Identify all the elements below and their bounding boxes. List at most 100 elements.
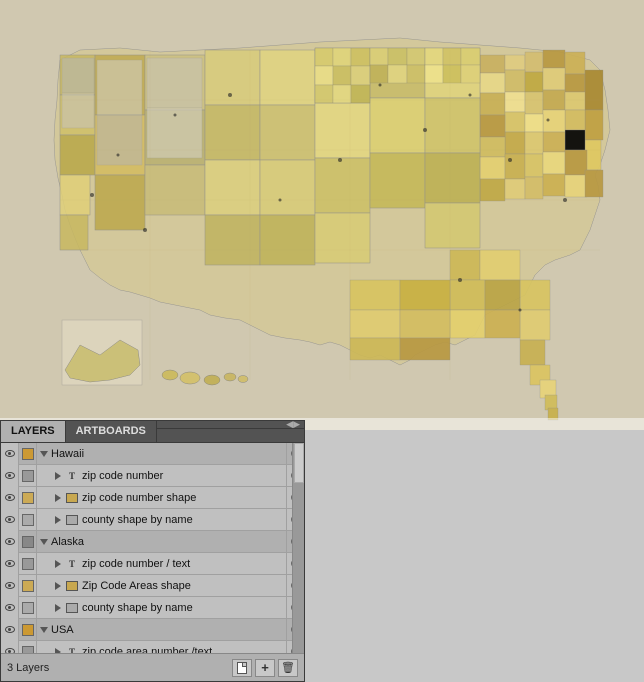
expand-zip-code-area-number-text[interactable] [53, 647, 63, 654]
visibility-zip-code-number-shape[interactable] [1, 487, 19, 509]
color-swatch [22, 646, 34, 654]
visibility-hawaii[interactable] [1, 443, 19, 465]
layer-type-icon: T [65, 645, 79, 654]
visibility-usa[interactable] [1, 619, 19, 641]
indent-zip-code-areas-alaska: Zip Code Areas shape [37, 579, 286, 593]
eye-icon [5, 604, 15, 611]
expand-hawaii[interactable] [39, 449, 49, 459]
visibility-alaska[interactable] [1, 531, 19, 553]
layer-row-county-shape-alaska[interactable]: county shape by name [1, 597, 304, 619]
layer-row-zip-code-number-shape[interactable]: zip code number shape [1, 487, 304, 509]
color-swatch [22, 514, 34, 526]
chevron-right-icon [55, 494, 61, 502]
map-svg [0, 0, 644, 430]
eye-icon [5, 450, 15, 457]
expand-zip-code-areas-alaska[interactable] [53, 581, 63, 591]
resize-handle[interactable]: ◀▶ [286, 419, 300, 430]
indent-zip-code-area-number-text: T zip code area number /text [37, 645, 286, 654]
expand-zip-code-number-shape[interactable] [53, 493, 63, 503]
panel-tabs: LAYERS ARTBOARDS ◀▶ [1, 421, 304, 443]
visibility-zip-code-area-number-text[interactable] [1, 641, 19, 654]
indent-county-shape-hawaii: county shape by name [37, 513, 286, 527]
tab-artboards[interactable]: ARTBOARDS [66, 421, 157, 442]
indent-county-shape-alaska: county shape by name [37, 601, 286, 615]
expand-county-shape-alaska[interactable] [53, 603, 63, 613]
color-alaska[interactable] [19, 531, 37, 553]
layer-type-icon [65, 579, 79, 593]
layer-type-icon: T [65, 557, 79, 571]
eye-icon [5, 516, 15, 523]
color-swatch [22, 580, 34, 592]
layer-row-zip-code-number[interactable]: T zip code number [1, 465, 304, 487]
eye-icon [5, 472, 15, 479]
visibility-county-shape-hawaii[interactable] [1, 509, 19, 531]
color-swatch [22, 602, 34, 614]
eye-icon [5, 626, 15, 633]
tab-layers[interactable]: LAYERS [1, 421, 66, 442]
eye-icon [5, 582, 15, 589]
color-hawaii[interactable] [19, 443, 37, 465]
add-layer-button[interactable]: + [255, 659, 275, 677]
layer-row-county-shape-hawaii[interactable]: county shape by name [1, 509, 304, 531]
color-swatch-hawaii [22, 448, 34, 460]
layer-row-zip-code-area-number-text[interactable]: T zip code area number /text [1, 641, 304, 653]
eye-icon [5, 648, 15, 653]
text-layer-icon: T [69, 647, 75, 654]
expand-alaska[interactable] [39, 537, 49, 547]
color-zip-code-areas-alaska[interactable] [19, 575, 37, 597]
expand-county-shape-hawaii[interactable] [53, 515, 63, 525]
layer-name-county-shape-alaska: county shape by name [82, 602, 286, 614]
color-county-shape-alaska[interactable] [19, 597, 37, 619]
eye-icon [5, 538, 15, 545]
color-swatch [22, 558, 34, 570]
color-swatch-usa [22, 624, 34, 636]
scroll-thumb[interactable] [294, 443, 304, 483]
color-zip-code-number[interactable] [19, 465, 37, 487]
layer-list: Hawaii T zip code number [1, 443, 304, 653]
expand-zip-code-number[interactable] [53, 471, 63, 481]
page-icon [237, 662, 247, 674]
layer-row-alaska[interactable]: Alaska [1, 531, 304, 553]
layer-row-hawaii[interactable]: Hawaii [1, 443, 304, 465]
new-layer-from-template-button[interactable] [232, 659, 252, 677]
color-zip-code-area-number-text[interactable] [19, 641, 37, 654]
chevron-right-icon [55, 472, 61, 480]
layer-name-zip-code-area-number-text: zip code area number /text [82, 646, 286, 654]
layer-name-usa: USA [51, 624, 286, 636]
color-usa[interactable] [19, 619, 37, 641]
layer-row-zip-code-number-text[interactable]: T zip code number / text [1, 553, 304, 575]
layers-panel: LAYERS ARTBOARDS ◀▶ Hawaii [0, 420, 305, 682]
color-swatch [22, 470, 34, 482]
layer-row-usa[interactable]: USA [1, 619, 304, 641]
chevron-down-icon [40, 451, 48, 457]
visibility-zip-code-number[interactable] [1, 465, 19, 487]
expand-usa[interactable] [39, 625, 49, 635]
chevron-right-icon [55, 604, 61, 612]
indent-zip-code-number: T zip code number [37, 469, 286, 483]
layer-name-zip-code-number: zip code number [82, 470, 286, 482]
layer-name-alaska: Alaska [51, 536, 286, 548]
expand-zip-code-number-text[interactable] [53, 559, 63, 569]
layer-name-zip-code-number-shape: zip code number shape [82, 492, 286, 504]
color-swatch-alaska [22, 536, 34, 548]
layer-name-zip-code-areas-alaska: Zip Code Areas shape [82, 580, 286, 592]
color-zip-code-number-shape[interactable] [19, 487, 37, 509]
color-county-shape-hawaii[interactable] [19, 509, 37, 531]
plus-icon: + [261, 661, 269, 674]
visibility-zip-code-areas-alaska[interactable] [1, 575, 19, 597]
text-layer-icon: T [69, 471, 75, 481]
indent-usa: USA [37, 624, 286, 636]
indent-hawaii: Hawaii [37, 448, 286, 460]
color-zip-code-number-text[interactable] [19, 553, 37, 575]
layer-type-icon [65, 601, 79, 615]
visibility-zip-code-number-text[interactable] [1, 553, 19, 575]
eye-icon [5, 494, 15, 501]
poly-gray-layer-icon [66, 515, 78, 525]
layer-row-zip-code-areas-alaska[interactable]: Zip Code Areas shape [1, 575, 304, 597]
visibility-county-shape-alaska[interactable] [1, 597, 19, 619]
scroll-track[interactable] [292, 443, 304, 653]
indent-zip-code-number-text: T zip code number / text [37, 557, 286, 571]
delete-layer-button[interactable]: 🗑 [278, 659, 298, 677]
poly-gray-layer-icon [66, 603, 78, 613]
color-swatch [22, 492, 34, 504]
